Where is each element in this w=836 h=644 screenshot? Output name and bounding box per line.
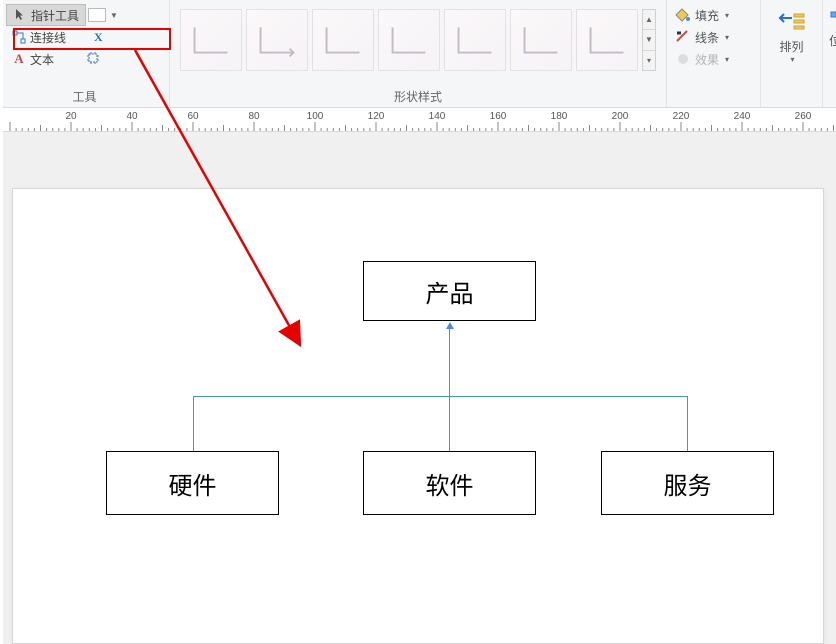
line-label: 线条 (695, 29, 719, 46)
connector-delete-button[interactable]: X (94, 30, 103, 45)
tools-group-title: 工具 (6, 84, 163, 105)
shape-styles-group: ▲ ▼ ▾ 形状样式 (170, 0, 667, 107)
shape-style-thumb[interactable] (576, 9, 638, 71)
connector-arrowhead (446, 322, 454, 329)
fill-swatch[interactable] (88, 8, 106, 22)
arrange-label: 排列 (779, 38, 803, 55)
connector-segment[interactable] (449, 396, 450, 451)
crop-icon[interactable] (86, 51, 100, 68)
diagram-child-label: 软件 (426, 466, 474, 501)
canvas-area[interactable]: 产品 硬件 软件 服务 (0, 132, 836, 644)
position-group: 位 (823, 0, 836, 107)
chevron-down-icon: ▾ (725, 11, 729, 20)
gallery-scroll-up[interactable]: ▲ (643, 10, 655, 30)
text-tool-label: 文本 (30, 51, 54, 68)
ruler-svg: 20 40 60 80 100 120 140 160 180 200 220 240 260 (0, 108, 836, 132)
page[interactable]: 产品 硬件 软件 服务 (12, 188, 824, 644)
effect-label: 效果 (695, 51, 719, 68)
shape-style-thumb[interactable] (246, 9, 308, 71)
svg-text:80: 80 (248, 111, 260, 122)
gallery-scroll-down[interactable]: ▼ (643, 30, 655, 50)
effect-icon (675, 51, 691, 67)
arrange-icon (778, 10, 806, 32)
diagram-child-label: 服务 (664, 466, 712, 501)
pointer-icon (13, 8, 27, 22)
shape-style-thumb[interactable] (510, 9, 572, 71)
connector-icon (12, 30, 26, 44)
left-edge (0, 0, 3, 644)
shape-style-thumb[interactable] (180, 9, 242, 71)
svg-text:180: 180 (551, 111, 568, 122)
connector-segment[interactable] (193, 396, 688, 397)
shape-style-thumb[interactable] (312, 9, 374, 71)
svg-text:60: 60 (187, 111, 199, 122)
line-button[interactable]: 线条 ▾ (673, 26, 754, 48)
svg-text:100: 100 (307, 111, 324, 122)
fill-label: 填充 (695, 7, 719, 24)
chevron-down-icon: ▾ (725, 55, 729, 64)
connector-tool-button[interactable]: 连接线 (6, 26, 72, 48)
diagram-child-label: 硬件 (169, 466, 217, 501)
shape-format-group: 填充 ▾ 线条 ▾ 效果 ▾ (667, 0, 761, 107)
gallery-scroll-more[interactable]: ▾ (643, 51, 655, 70)
diagram-root-box[interactable]: 产品 (363, 261, 536, 321)
svg-text:160: 160 (490, 111, 507, 122)
fill-button[interactable]: 填充 ▾ (673, 4, 754, 26)
shape-gallery: ▲ ▼ ▾ (176, 4, 660, 76)
line-icon (675, 29, 691, 45)
text-tool-button[interactable]: A 文本 (6, 48, 60, 70)
shape-styles-group-title: 形状样式 (176, 84, 660, 105)
fill-icon (675, 7, 691, 23)
pointer-tool-label: 指针工具 (31, 7, 79, 24)
diagram-child-box[interactable]: 硬件 (106, 451, 279, 515)
effect-button: 效果 ▾ (673, 48, 754, 70)
position-label: 位 (829, 32, 836, 49)
shape-style-thumb[interactable] (378, 9, 440, 71)
svg-text:140: 140 (429, 111, 446, 122)
connector-segment[interactable] (687, 396, 688, 451)
arrange-group: 排列 ▾ (761, 0, 823, 107)
svg-text:20: 20 (65, 111, 77, 122)
connector-segment[interactable] (193, 396, 194, 451)
chevron-down-icon: ▾ (725, 33, 729, 42)
text-icon: A (12, 52, 26, 66)
chevron-down-icon[interactable]: ▼ (110, 11, 118, 20)
connector-segment[interactable] (449, 329, 450, 397)
tools-group: 指针工具 ▼ 连接线 X A 文本 工具 (0, 0, 170, 107)
diagram-child-box[interactable]: 服务 (601, 451, 774, 515)
svg-text:120: 120 (368, 111, 385, 122)
shape-style-thumb[interactable] (444, 9, 506, 71)
svg-text:220: 220 (673, 111, 690, 122)
ribbon: 指针工具 ▼ 连接线 X A 文本 工具 (0, 0, 836, 108)
svg-text:200: 200 (612, 111, 629, 122)
chevron-down-icon: ▾ (790, 55, 794, 64)
gallery-scroll: ▲ ▼ ▾ (642, 9, 656, 71)
pointer-tool-button[interactable]: 指针工具 (6, 4, 86, 26)
diagram-root-label: 产品 (426, 274, 474, 309)
connector-tool-label: 连接线 (30, 29, 66, 46)
arrange-button[interactable]: 排列 ▾ (778, 10, 806, 64)
position-button[interactable]: 位 (829, 10, 836, 49)
position-icon (829, 10, 836, 26)
horizontal-ruler: 20 40 60 80 100 120 140 160 180 200 220 240 260 (0, 108, 836, 132)
svg-text:40: 40 (126, 111, 138, 122)
svg-text:240: 240 (734, 111, 751, 122)
diagram-child-box[interactable]: 软件 (363, 451, 536, 515)
svg-text:260: 260 (795, 111, 812, 122)
